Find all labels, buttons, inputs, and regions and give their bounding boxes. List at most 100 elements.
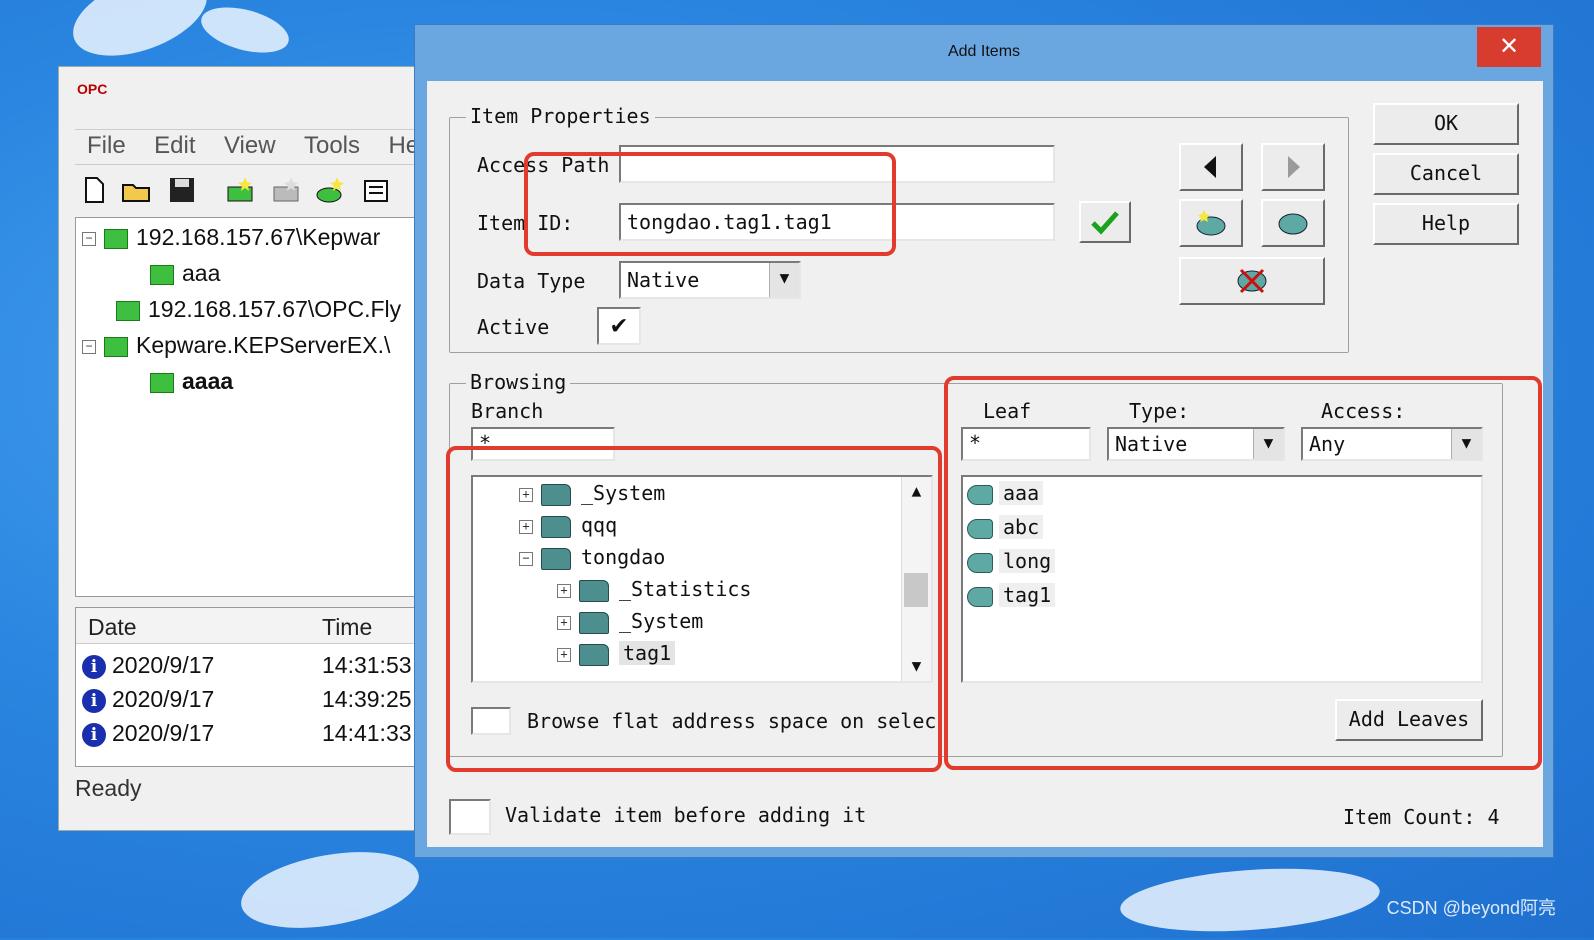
menu-view[interactable]: View: [224, 132, 276, 160]
list-item[interactable]: abc: [967, 515, 1044, 539]
collapse-icon[interactable]: −: [82, 339, 96, 354]
leaf-list[interactable]: aaa abc long tag1: [961, 475, 1483, 683]
arrow-left-icon: [1204, 156, 1216, 178]
properties-icon[interactable]: [361, 175, 391, 205]
leaf-tag-icon: [967, 586, 993, 607]
active-checkbox[interactable]: ✔: [597, 307, 641, 345]
new-item-button[interactable]: [1179, 199, 1243, 247]
tree-node-server-1[interactable]: −192.168.157.67\Kepwar: [82, 224, 380, 251]
access-path-input[interactable]: [619, 145, 1055, 183]
previous-item-button[interactable]: [1179, 143, 1243, 191]
collapse-icon[interactable]: −: [519, 551, 533, 566]
server-icon: [116, 300, 140, 321]
folder-icon: [541, 515, 571, 538]
folder-icon: [579, 579, 609, 602]
duplicate-item-icon: [1278, 213, 1308, 235]
next-item-button[interactable]: [1261, 143, 1325, 191]
opc-client-window: OPC File Edit View Tools He −192.168.157…: [58, 66, 438, 831]
leaf-tag-icon: [967, 518, 993, 539]
validate-item-checkbox[interactable]: [449, 799, 491, 835]
open-folder-icon[interactable]: [121, 175, 151, 205]
tree-node-system-child[interactable]: + _System: [557, 609, 703, 634]
branch-label: Branch: [471, 399, 544, 423]
add-server-icon[interactable]: [225, 175, 255, 205]
item-id-input[interactable]: tongdao.tag1.tag1: [619, 203, 1055, 241]
collapse-icon[interactable]: −: [82, 231, 96, 246]
opc-logo: OPC: [77, 81, 108, 97]
dropdown-arrow-icon[interactable]: ▼: [769, 263, 799, 297]
tree-node-server-3[interactable]: − Kepware.KEPServerEX.\: [82, 332, 390, 359]
scroll-down-icon[interactable]: ▼: [902, 656, 931, 675]
type-label: Type:: [1129, 399, 1190, 423]
folder-icon: [541, 547, 571, 570]
log-row: i 2020/9/17 14:39:25: [82, 686, 412, 713]
type-filter-select[interactable]: Native ▼: [1107, 427, 1285, 461]
dialog-client-area: Item Properties Access Path Item ID: ton…: [427, 81, 1543, 847]
delete-item-button[interactable]: [1179, 257, 1325, 305]
branch-tree[interactable]: + _System + qqq − tongdao + _Statistics + _Sy…: [471, 475, 933, 683]
tree-node-group-aaaa[interactable]: aaaa: [150, 368, 233, 395]
server-icon: [104, 228, 128, 249]
dropdown-arrow-icon[interactable]: ▼: [1253, 429, 1283, 459]
new-file-icon[interactable]: [79, 175, 109, 205]
branch-filter-input[interactable]: *: [471, 427, 615, 461]
expand-icon[interactable]: +: [557, 615, 571, 630]
list-item[interactable]: aaa: [967, 481, 1044, 505]
arrow-right-icon: [1288, 156, 1300, 178]
scroll-up-icon[interactable]: ▲: [902, 481, 931, 500]
browsing-legend: Browsing: [466, 370, 571, 394]
browse-flat-label: Browse flat address space on select: [527, 709, 937, 733]
new-item-icon: [1196, 210, 1226, 236]
expand-icon[interactable]: +: [557, 647, 571, 662]
expand-icon[interactable]: +: [519, 487, 533, 502]
list-item[interactable]: long: [967, 549, 1056, 573]
list-item[interactable]: tag1: [967, 583, 1056, 607]
server-icon: [104, 336, 128, 357]
validate-button[interactable]: [1079, 201, 1131, 243]
data-type-select[interactable]: Native ▼: [619, 261, 801, 299]
dialog-title: Add Items: [947, 43, 1021, 60]
tree-scrollbar[interactable]: ▲ ▼: [901, 477, 931, 681]
event-log: Date Time i 2020/9/17 14:31:53 i 2020/9/17 1…: [75, 607, 435, 767]
save-icon[interactable]: [167, 175, 197, 205]
expand-icon[interactable]: +: [519, 519, 533, 534]
add-leaves-button[interactable]: Add Leaves: [1335, 699, 1483, 741]
add-item-icon[interactable]: [315, 175, 345, 205]
browse-flat-checkbox[interactable]: [471, 707, 511, 735]
open-group-folder-icon: [150, 372, 174, 393]
item-count-value: 4: [1487, 805, 1500, 829]
tree-node-group-aaa[interactable]: aaa: [150, 260, 220, 287]
access-filter-select[interactable]: Any ▼: [1301, 427, 1483, 461]
server-tree[interactable]: −192.168.157.67\Kepwar aaa 192.168.157.6…: [75, 217, 435, 597]
dropdown-arrow-icon[interactable]: ▼: [1451, 429, 1481, 459]
tree-node-statistics[interactable]: + _Statistics: [557, 577, 751, 602]
cancel-button[interactable]: Cancel: [1373, 153, 1519, 195]
tree-node-system[interactable]: + _System: [519, 481, 665, 506]
item-count-label: Item Count: 4: [1343, 805, 1500, 829]
add-group-icon[interactable]: [271, 175, 301, 205]
scrollbar-thumb[interactable]: [904, 573, 928, 607]
tree-node-qqq[interactable]: + qqq: [519, 513, 617, 538]
help-button[interactable]: Help: [1373, 203, 1519, 245]
item-properties-legend: Item Properties: [466, 104, 655, 128]
folder-icon: [541, 483, 571, 506]
log-header-date[interactable]: Date: [88, 614, 137, 641]
ok-button[interactable]: OK: [1373, 103, 1519, 145]
green-checkmark-icon: [1091, 211, 1119, 235]
background-petal: [235, 839, 425, 940]
log-header-time[interactable]: Time: [322, 614, 372, 641]
leaf-tag-icon: [967, 552, 993, 573]
menu-tools[interactable]: Tools: [304, 132, 360, 160]
tree-node-tongdao[interactable]: − tongdao: [519, 545, 665, 570]
expand-icon[interactable]: +: [557, 583, 571, 598]
menu-file[interactable]: File: [87, 132, 126, 160]
duplicate-item-button[interactable]: [1261, 199, 1325, 247]
tree-node-server-2[interactable]: 192.168.157.67\OPC.Fly: [116, 296, 401, 323]
active-label: Active: [477, 315, 550, 339]
folder-icon: [579, 611, 609, 634]
close-button[interactable]: ✕: [1477, 27, 1541, 67]
tree-node-tag1[interactable]: + tag1: [557, 641, 676, 666]
leaf-filter-input[interactable]: *: [961, 427, 1091, 461]
info-icon: i: [82, 722, 106, 747]
menu-edit[interactable]: Edit: [154, 132, 195, 160]
